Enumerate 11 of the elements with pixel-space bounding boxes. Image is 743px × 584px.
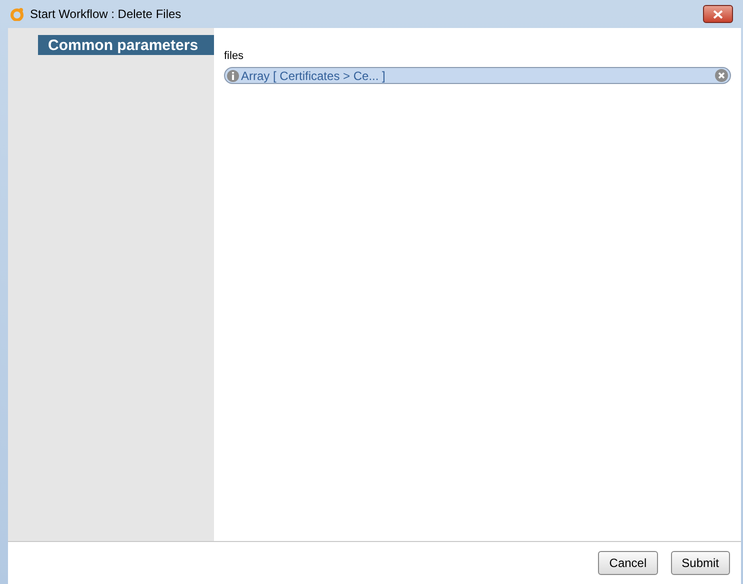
sidebar-item[interactable]: Common parameters bbox=[38, 35, 214, 55]
close-button[interactable] bbox=[703, 5, 733, 23]
field-label: files bbox=[224, 50, 245, 62]
cancel-button[interactable]: Cancel bbox=[598, 551, 658, 575]
window-title: Start Workflow : Delete Files bbox=[30, 7, 182, 21]
info-icon bbox=[227, 70, 239, 82]
close-icon bbox=[713, 10, 723, 18]
array-value-field[interactable]: Array [ Certificates > Ce... ] bbox=[224, 67, 731, 84]
app-logo-icon bbox=[10, 7, 24, 21]
submit-button[interactable]: Submit bbox=[670, 551, 730, 575]
clear-icon[interactable] bbox=[715, 69, 728, 82]
